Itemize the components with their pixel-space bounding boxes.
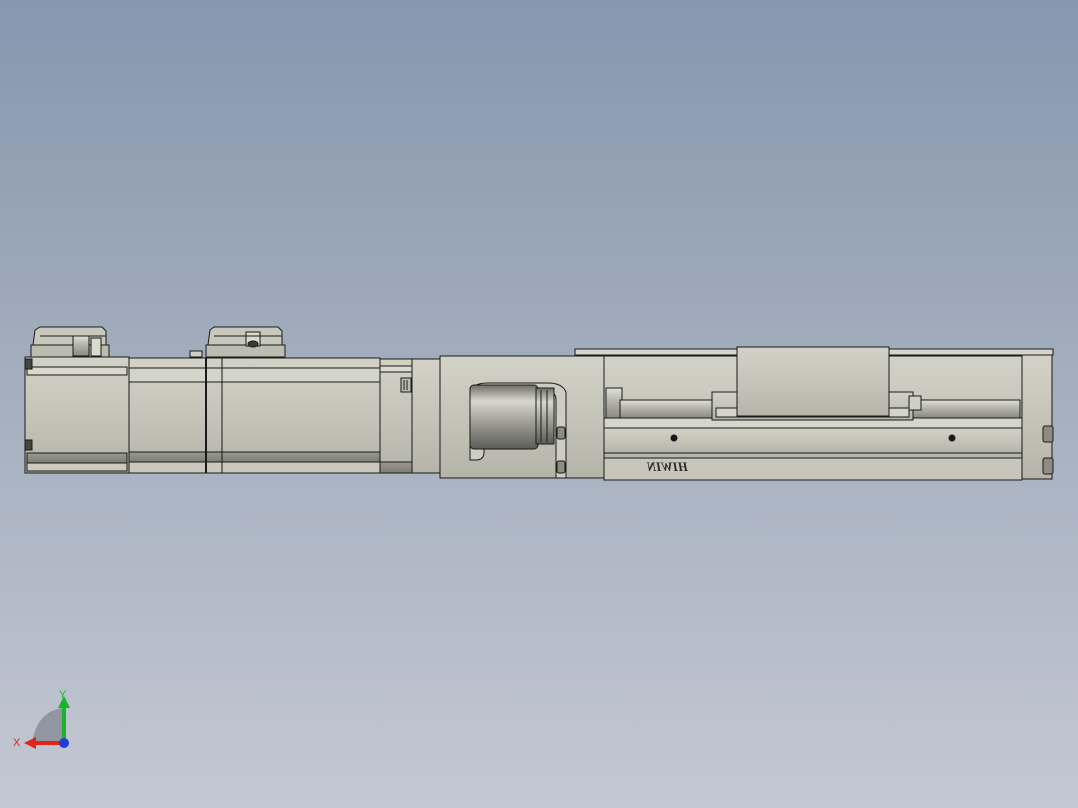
brand-label: HIWIN <box>646 459 689 474</box>
motor-connector-right <box>205 326 286 358</box>
orientation-triad[interactable]: Y X <box>10 686 80 756</box>
cad-viewport[interactable]: HIWIN Y X <box>0 0 1078 808</box>
adapter-plate <box>411 358 441 474</box>
z-axis-dot <box>59 738 69 748</box>
connector-stub <box>189 350 203 358</box>
motor-end-cap <box>24 356 130 474</box>
motor-body <box>128 357 381 474</box>
coupling-flange <box>379 358 413 474</box>
actuator-end-block <box>1021 354 1054 480</box>
x-axis-arrow <box>24 737 36 749</box>
coupling-housing <box>439 355 606 479</box>
triad-plane <box>32 708 64 742</box>
y-axis-label: Y <box>59 689 67 701</box>
motor-connector-left <box>30 326 110 359</box>
x-axis-label: X <box>13 737 21 749</box>
linear-actuator-model[interactable]: HIWIN <box>0 0 1078 808</box>
